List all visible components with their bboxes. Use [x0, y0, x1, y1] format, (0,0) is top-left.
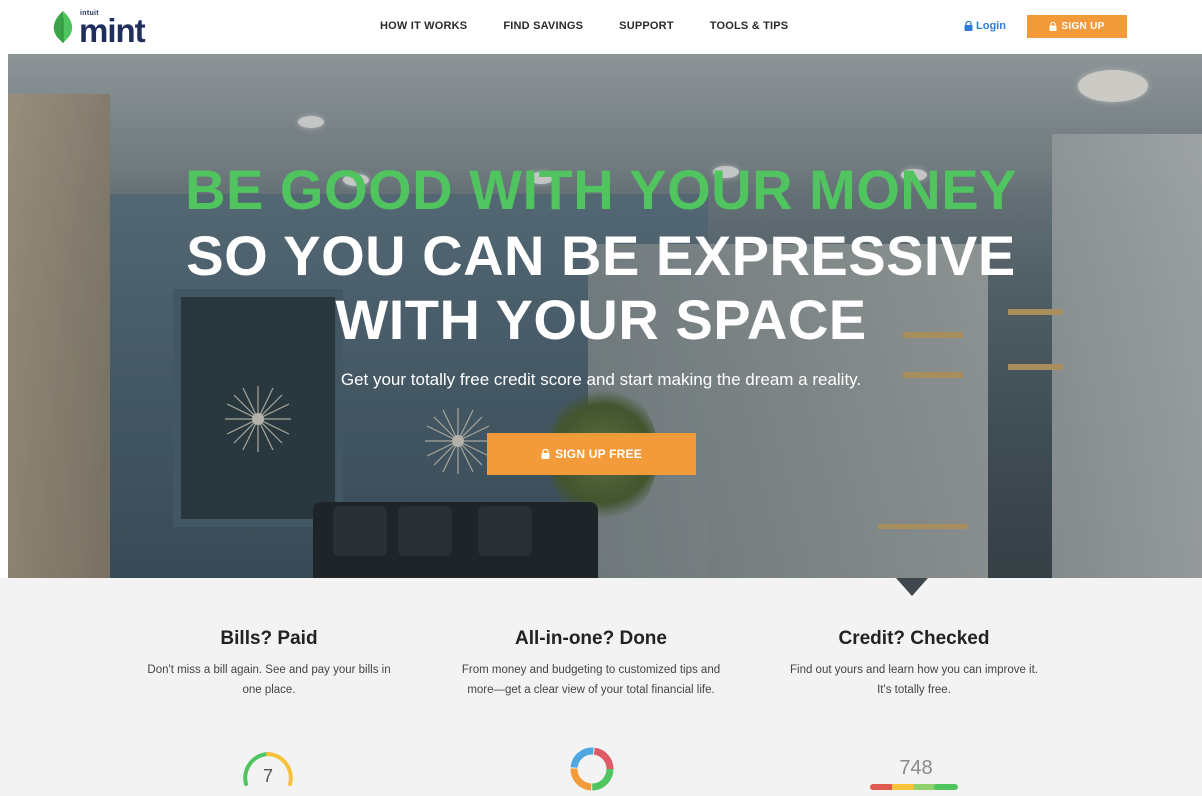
feature-credit: Credit? Checked Find out yours and learn…	[784, 628, 1044, 700]
feature-all-in-one: All-in-one? Done From money and budgetin…	[461, 628, 721, 700]
nav-link-support[interactable]: SUPPORT	[619, 20, 674, 32]
feature-description: From money and budgeting to customized t…	[461, 664, 721, 696]
lock-icon	[964, 21, 973, 31]
top-navigation: intuit mint HOW IT WORKS FIND SAVINGS SU…	[0, 0, 1202, 54]
nav-link-how-it-works[interactable]: HOW IT WORKS	[380, 20, 467, 32]
feature-title: All-in-one? Done	[515, 628, 667, 649]
hero-subtitle: Get your totally free credit score and s…	[340, 370, 862, 389]
features-section: Bills? Paid Don't miss a bill again. See…	[0, 578, 1202, 796]
feature-description: Don't miss a bill again. See and pay you…	[147, 664, 391, 696]
nav-link-find-savings[interactable]: FIND SAVINGS	[503, 20, 583, 32]
bill-gauge-value: 7	[263, 766, 273, 786]
feature-bills: Bills? Paid Don't miss a bill again. See…	[139, 628, 399, 700]
nav-link-tools-tips[interactable]: TOOLS & TIPS	[710, 20, 789, 32]
logo-wordmark: mint	[79, 12, 146, 49]
credit-score-value: 748	[899, 757, 932, 779]
bill-gauge-icon: 7	[243, 752, 293, 786]
hero-headline-line3: WITH YOUR SPACE	[335, 288, 867, 351]
hero-headline-line2: SO YOU CAN BE EXPRESSIVE	[186, 224, 1016, 287]
feature-title: Credit? Checked	[838, 628, 990, 649]
login-link[interactable]: Login	[964, 20, 1006, 32]
hero-headline-green: BE GOOD WITH YOUR MONEY	[185, 158, 1017, 221]
mint-logo[interactable]: intuit mint	[50, 8, 160, 49]
feature-description: Find out yours and learn how you can imp…	[789, 664, 1039, 696]
signup-free-label: SIGN UP FREE	[555, 447, 642, 461]
nav-links: HOW IT WORKS FIND SAVINGS SUPPORT TOOLS …	[380, 20, 824, 32]
leaf-icon	[53, 11, 73, 43]
signup-free-button[interactable]: SIGN UP FREE	[487, 433, 696, 475]
lock-icon	[541, 449, 550, 459]
hero-pointer-notch	[896, 578, 928, 596]
signup-button[interactable]: SIGN UP	[1027, 15, 1127, 38]
signup-label: SIGN UP	[1061, 21, 1105, 32]
credit-score-icon: 748	[870, 757, 958, 790]
login-label: Login	[976, 20, 1006, 32]
lock-icon	[1049, 22, 1057, 31]
feature-title: Bills? Paid	[220, 628, 318, 649]
donut-chart-icon	[570, 747, 614, 791]
